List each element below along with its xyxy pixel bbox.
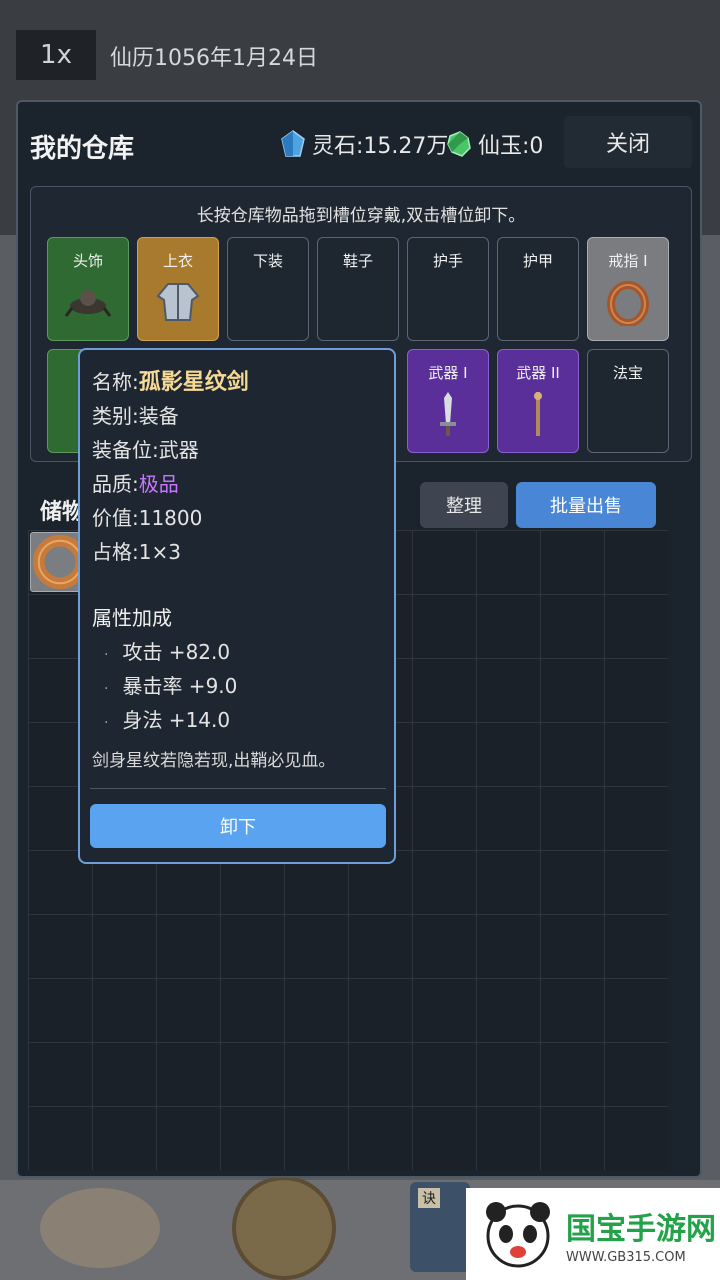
slot-label: 护甲 <box>522 252 553 270</box>
slot-label: 戒指 I <box>608 252 648 270</box>
slot-label: 护手 <box>432 252 463 270</box>
staff-icon <box>534 392 542 436</box>
scroll-decoration <box>40 1188 160 1268</box>
equip-hint: 长按仓库物品拖到槽位穿戴,双击槽位卸下。 <box>196 206 526 226</box>
slot-label: 武器 I <box>428 364 468 382</box>
slot-headwear[interactable]: 头饰 <box>47 237 129 341</box>
spirit-stone-icon <box>281 130 305 157</box>
headwear-icon <box>64 290 112 317</box>
slot-weapon-1[interactable]: 武器 I <box>407 349 489 453</box>
unequip-button[interactable]: 卸下 <box>90 804 386 848</box>
speed-button[interactable]: 1x <box>16 30 96 80</box>
slot-label: 头饰 <box>72 252 103 270</box>
panda-logo-icon <box>486 1202 550 1268</box>
watermark-url: WWW.GB315.COM <box>566 1249 686 1265</box>
robe-icon <box>156 283 200 321</box>
slot-treasure[interactable]: 法宝 <box>587 349 669 453</box>
game-date: 仙历1056年1月24日 <box>110 46 318 71</box>
attribute-item: · 攻击 +82.0 <box>104 640 231 664</box>
attribute-item: · 暴击率 +9.0 <box>104 674 238 698</box>
book-decoration[interactable]: 诀 <box>410 1182 470 1272</box>
cauldron-decoration <box>232 1176 336 1280</box>
attribute-text: 暴击率 +9.0 <box>122 674 238 698</box>
slot-weapon-2[interactable]: 武器 II <box>497 349 579 453</box>
item-quality-row: 品质:极品 <box>92 468 179 497</box>
item-name-row: 名称:孤影星纹剑 <box>92 364 249 396</box>
item-category: 类别:装备 <box>92 404 179 428</box>
item-slot: 装备位:武器 <box>92 438 199 462</box>
divider <box>90 788 386 789</box>
slot-armor[interactable]: 护甲 <box>497 237 579 341</box>
slot-bottom[interactable]: 下装 <box>227 237 309 341</box>
item-size: 占格:1×3 <box>92 540 181 564</box>
slot-label: 鞋子 <box>342 252 373 270</box>
attributes-title: 属性加成 <box>92 606 172 630</box>
jade-counter: 仙玉:0 <box>446 128 543 160</box>
jade-label: 仙玉:0 <box>478 134 544 159</box>
watermark: 国宝手游网 WWW.GB315.COM <box>466 1188 720 1280</box>
close-button[interactable]: 关闭 <box>564 116 692 168</box>
spirit-stone-label: 灵石:15.27万 <box>312 134 449 159</box>
sort-button[interactable]: 整理 <box>420 482 508 528</box>
slot-label: 武器 II <box>516 364 560 382</box>
slot-top[interactable]: 上衣 <box>137 237 219 341</box>
scroll-label: 诀 <box>418 1188 440 1208</box>
slot-gloves[interactable]: 护手 <box>407 237 489 341</box>
item-quality-prefix: 品质: <box>92 472 139 496</box>
jade-icon <box>447 131 471 157</box>
slot-label: 上衣 <box>162 252 193 270</box>
item-name-prefix: 名称: <box>92 370 139 394</box>
panel-title: 我的仓库 <box>30 134 135 164</box>
item-name: 孤影星纹剑 <box>138 370 249 395</box>
attribute-text: 身法 +14.0 <box>122 708 231 732</box>
slot-shoes[interactable]: 鞋子 <box>317 237 399 341</box>
item-quality: 极品 <box>138 472 179 496</box>
slot-label: 法宝 <box>612 364 643 382</box>
item-value: 价值:11800 <box>92 506 203 530</box>
ring-icon <box>607 281 649 326</box>
item-tooltip: 名称:孤影星纹剑 类别:装备 装备位:武器 品质:极品 价值:11800 占格:… <box>78 348 396 864</box>
attribute-item: · 身法 +14.0 <box>104 708 231 732</box>
sword-icon <box>440 392 456 436</box>
slot-label: 下装 <box>252 252 283 270</box>
item-description: 剑身星纹若隐若现,出鞘必见血。 <box>92 751 336 771</box>
bulk-sell-button[interactable]: 批量出售 <box>516 482 656 528</box>
attribute-text: 攻击 +82.0 <box>122 640 231 664</box>
watermark-title: 国宝手游网 <box>566 1211 716 1247</box>
slot-ring-1[interactable]: 戒指 I <box>587 237 669 341</box>
spirit-stone-counter: 灵石:15.27万 <box>280 128 448 160</box>
